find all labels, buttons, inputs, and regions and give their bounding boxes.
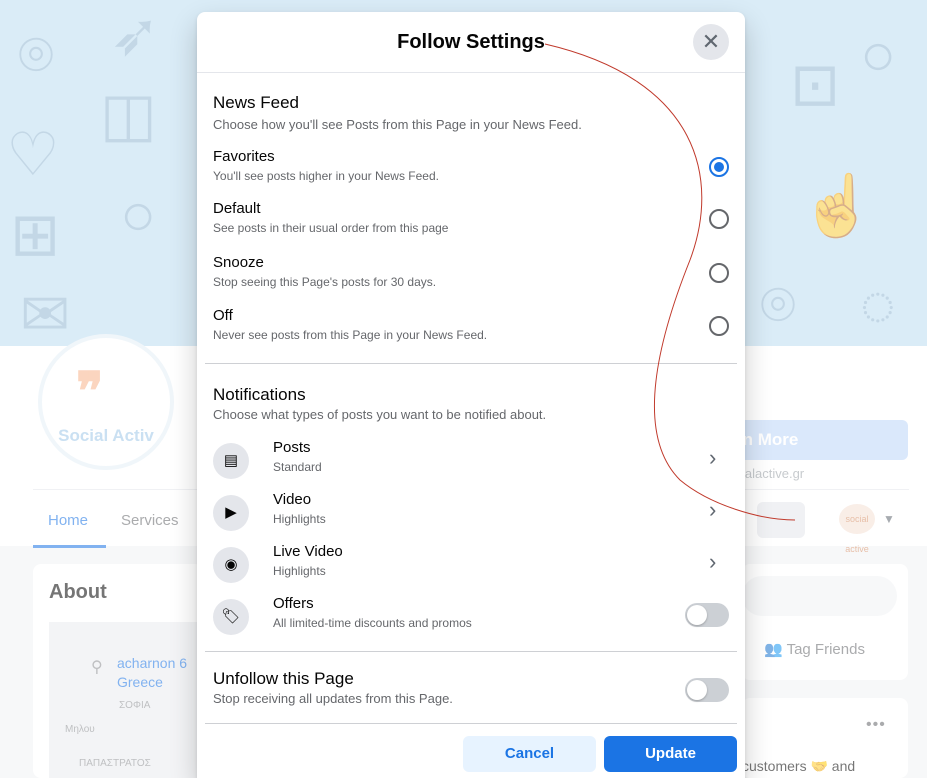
notification-live-video-label: Live Video [273,543,343,560]
live-video-icon: ◉ [213,547,249,583]
radio-default[interactable] [709,209,729,229]
option-favorites-sub: You'll see posts higher in your News Fee… [213,169,439,183]
notification-posts-label: Posts [273,439,311,456]
chevron-right-icon: › [709,497,717,522]
chevron-right-icon: › [709,549,717,574]
option-default-sub: See posts in their usual order from this… [213,221,449,235]
option-off-label: Off [213,307,233,324]
chevron-right-icon: › [709,445,717,470]
header-divider [197,72,745,73]
section-divider [205,651,737,652]
offers-icon: 🏷 [213,599,249,635]
unfollow-subtitle: Stop receiving all updates from this Pag… [213,691,453,706]
dialog-title: Follow Settings [397,31,545,53]
option-snooze-sub: Stop seeing this Page's posts for 30 day… [213,275,437,289]
offers-toggle[interactable] [685,603,729,627]
option-favorites-label: Favorites [213,148,275,165]
notification-offers-row: 🏷 Offers All limited-time discounts and … [205,595,737,647]
close-icon: ✕ [701,29,721,54]
notification-posts-row[interactable]: ▤ Posts Standard › [205,439,737,491]
close-button[interactable]: ✕ [693,24,729,60]
radio-favorites[interactable] [709,157,729,177]
toggle-knob [687,605,707,625]
notification-offers-sub: All limited-time discounts and promos [273,616,472,630]
notification-video-label: Video [273,491,312,508]
option-off-sub: Never see posts from this Page in your N… [213,328,488,342]
option-snooze-label: Snooze [213,254,264,271]
notification-video-row[interactable]: ▶ Video Highlights › [205,491,737,543]
update-button[interactable]: Update [604,736,737,772]
radio-snooze[interactable] [709,263,729,283]
unfollow-toggle[interactable] [685,678,729,702]
notification-offers-label: Offers [273,595,314,612]
toggle-knob [687,680,707,700]
posts-icon: ▤ [213,443,249,479]
video-icon: ▶ [213,495,249,531]
unfollow-title: Unfollow this Page [213,669,354,688]
notification-live-video-sub: Highlights [273,564,326,578]
radio-off[interactable] [709,316,729,336]
news-feed-title: News Feed [213,93,299,112]
notification-video-sub: Highlights [273,512,326,526]
notifications-title: Notifications [213,385,306,404]
follow-settings-dialog: Follow Settings ✕ News Feed Choose how y… [197,12,745,778]
option-default-label: Default [213,200,261,217]
news-feed-subtitle: Choose how you'll see Posts from this Pa… [213,117,582,132]
cancel-button[interactable]: Cancel [463,736,596,772]
notification-live-video-row[interactable]: ◉ Live Video Highlights › [205,543,737,595]
notifications-subtitle: Choose what types of posts you want to b… [213,407,547,422]
footer-divider [205,723,737,724]
section-divider [205,363,737,364]
notification-posts-sub: Standard [273,460,322,474]
